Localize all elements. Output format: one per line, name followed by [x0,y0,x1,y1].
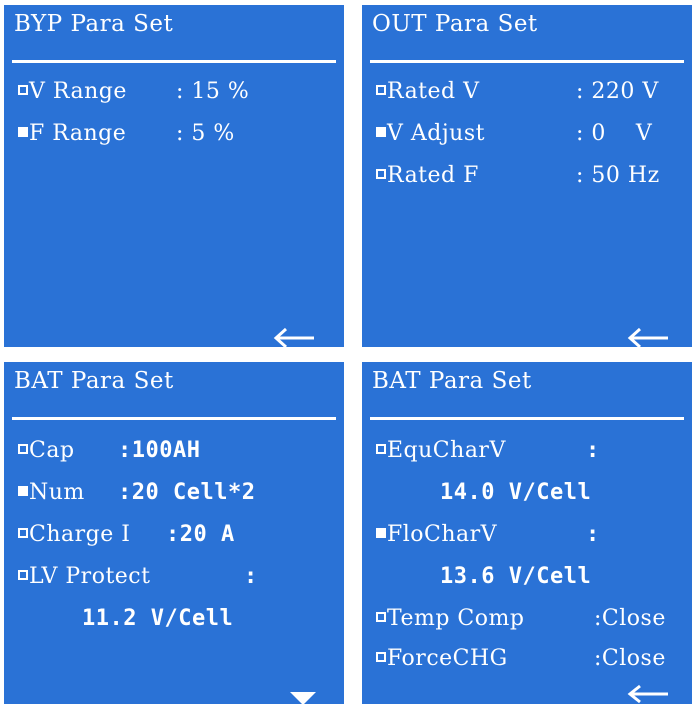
selected-marker-icon [376,127,386,137]
menu-item-rated-v[interactable]: Rated V : 220 V [376,79,658,104]
bat-panel-1: BAT Para Set Cap :100AH Num :20 Cell*2 C… [4,362,344,704]
menu-item-value: : 220 V [576,79,659,104]
unselected-marker-icon [376,612,386,622]
unselected-marker-icon [18,444,28,454]
menu-item-f-range[interactable]: F Range : 5 % [18,121,234,146]
menu-item-label: EquCharV [387,438,506,463]
menu-item-label: Num [29,480,85,505]
menu-item-label: LV Protect [29,564,151,589]
menu-item-value: :100AH [118,438,201,463]
menu-item-equ-char-v[interactable]: EquCharV : [376,438,599,463]
menu-item-value: :20 A [166,522,235,547]
menu-item-force-chg[interactable]: ForceCHG :Close [376,646,665,671]
panel-title: OUT Para Set [372,11,538,37]
down-triangle-icon[interactable] [288,690,318,704]
unselected-marker-icon [376,85,386,95]
menu-item-temp-comp[interactable]: Temp Comp :Close [376,606,665,631]
menu-item-value: : 5 % [176,121,235,146]
menu-item-value: : 50 Hz [576,163,660,188]
menu-item-value: : 0 V [576,121,653,146]
menu-item-lv-protect[interactable]: LV Protect : [18,564,257,589]
unselected-marker-icon [18,85,28,95]
menu-item-cap[interactable]: Cap :100AH [18,438,200,463]
menu-item-label: Temp Comp [387,606,525,631]
menu-item-value: :Close [594,606,666,631]
title-divider [12,417,336,420]
panel-title: BYP Para Set [14,11,174,37]
menu-item-label: Rated V [387,79,480,104]
menu-item-subvalue: 13.6 V/Cell [440,564,592,589]
back-arrow-icon[interactable] [626,684,670,704]
bat-panel-2: BAT Para Set EquCharV : 14.0 V/Cell FloC… [362,362,692,704]
panel-title: BAT Para Set [14,368,174,394]
menu-item-value: : [244,564,258,589]
menu-item-subvalue: 14.0 V/Cell [440,480,592,505]
back-arrow-icon[interactable] [272,327,316,347]
menu-item-charge-i[interactable]: Charge I :20 A [18,522,234,547]
menu-item-label: ForceCHG [387,646,508,671]
unselected-marker-icon [376,169,386,179]
menu-item-v-range[interactable]: V Range : 15 % [18,79,249,104]
title-divider [12,60,336,63]
selected-marker-icon [18,127,28,137]
menu-item-rated-f[interactable]: Rated F : 50 Hz [376,163,659,188]
menu-item-label: Rated F [387,163,479,188]
menu-item-v-adjust[interactable]: V Adjust : 0 V [376,121,652,146]
byp-panel: BYP Para Set V Range : 15 % F Range : 5 … [4,5,344,347]
menu-item-label: V Range [29,79,127,104]
menu-item-value: :Close [594,646,666,671]
out-panel: OUT Para Set Rated V : 220 V V Adjust : … [362,5,692,347]
back-arrow-icon[interactable] [626,327,670,347]
menu-item-label: Charge I [29,522,131,547]
selected-marker-icon [18,486,28,496]
menu-item-subvalue: 11.2 V/Cell [82,606,234,631]
title-divider [370,417,684,420]
menu-item-value: : [586,438,600,463]
menu-item-num[interactable]: Num :20 Cell*2 [18,480,255,505]
menu-item-value: : 15 % [176,79,250,104]
unselected-marker-icon [376,652,386,662]
title-divider [370,60,684,63]
unselected-marker-icon [18,528,28,538]
menu-item-label: Cap [29,438,75,463]
menu-item-value: : [586,522,600,547]
unselected-marker-icon [376,444,386,454]
unselected-marker-icon [18,570,28,580]
menu-item-label: F Range [29,121,127,146]
menu-item-label: FloCharV [387,522,498,547]
panel-title: BAT Para Set [372,368,532,394]
menu-item-value: :20 Cell*2 [118,480,256,505]
menu-item-label: V Adjust [387,121,485,146]
menu-item-flo-char-v[interactable]: FloCharV : [376,522,599,547]
selected-marker-icon [376,528,386,538]
